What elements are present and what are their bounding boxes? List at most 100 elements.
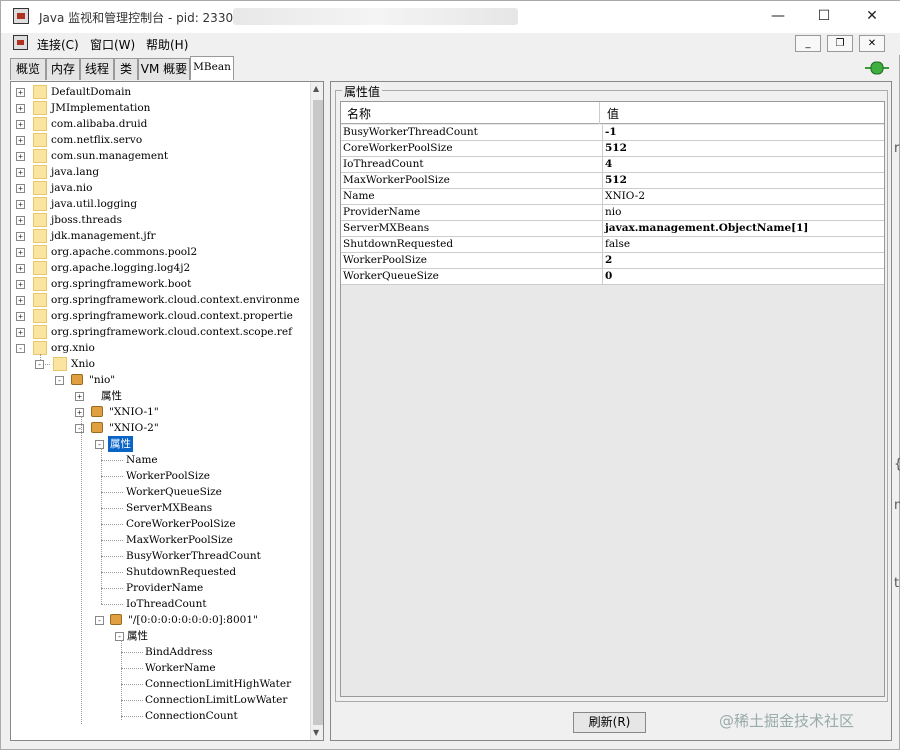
- tree-attribute-leaf[interactable]: CoreWorkerPoolSize: [126, 516, 236, 532]
- attribute-value-cell[interactable]: 4: [602, 157, 882, 172]
- table-row[interactable]: ServerMXBeans javax.management.ObjectName…: [341, 221, 884, 237]
- expand-icon[interactable]: +: [16, 280, 25, 289]
- tree-attribute-leaf[interactable]: BusyWorkerThreadCount: [126, 548, 261, 564]
- menu-connect[interactable]: 连接(C): [37, 36, 79, 53]
- attribute-value-cell[interactable]: 512: [602, 173, 882, 188]
- scroll-up-icon[interactable]: ▲: [313, 84, 319, 93]
- tree-domain-node[interactable]: org.apache.commons.pool2: [51, 244, 197, 260]
- table-row[interactable]: MaxWorkerPoolSize 512: [341, 173, 884, 189]
- table-row[interactable]: ShutdownRequested false: [341, 237, 884, 253]
- column-value-header[interactable]: 值: [607, 105, 619, 122]
- attribute-value-cell[interactable]: -1: [602, 125, 882, 140]
- expand-icon[interactable]: +: [16, 120, 25, 129]
- attribute-value-cell[interactable]: XNIO-2: [602, 189, 882, 204]
- collapse-icon[interactable]: -: [115, 632, 124, 641]
- collapse-icon[interactable]: -: [35, 360, 44, 369]
- expand-icon[interactable]: +: [75, 392, 84, 401]
- expand-icon[interactable]: +: [16, 264, 25, 273]
- tree-domain-node[interactable]: org.springframework.boot: [51, 276, 191, 292]
- expand-icon[interactable]: +: [16, 168, 25, 177]
- refresh-button[interactable]: 刷新(R): [573, 712, 646, 733]
- scroll-thumb[interactable]: [313, 100, 323, 725]
- expand-icon[interactable]: +: [16, 136, 25, 145]
- tree-xnio-node[interactable]: Xnio: [71, 356, 95, 372]
- tab-mbean[interactable]: MBean: [190, 56, 234, 80]
- expand-icon[interactable]: +: [16, 184, 25, 193]
- scroll-down-icon[interactable]: ▼: [313, 728, 319, 737]
- tree-attribute-leaf[interactable]: Name: [126, 452, 158, 468]
- tree-domain-node[interactable]: org.springframework.cloud.context.proper…: [51, 308, 293, 324]
- table-row[interactable]: WorkerPoolSize 2: [341, 253, 884, 269]
- table-row[interactable]: CoreWorkerPoolSize 512: [341, 141, 884, 157]
- tree-domain-node[interactable]: java.util.logging: [51, 196, 137, 212]
- tree-xnio2-attributes-node[interactable]: 属性: [108, 436, 133, 452]
- mbean-tree[interactable]: ▲ ▼ + DefaultDomain + JMImplementation + com.…: [10, 81, 324, 741]
- tree-scrollbar[interactable]: ▲ ▼: [310, 82, 323, 740]
- collapse-icon[interactable]: -: [75, 424, 84, 433]
- attribute-value-cell[interactable]: javax.management.ObjectName[1]: [602, 221, 882, 236]
- tree-attribute-leaf[interactable]: ShutdownRequested: [126, 564, 236, 580]
- table-row[interactable]: BusyWorkerThreadCount -1: [341, 125, 884, 141]
- tab-overview[interactable]: 概览: [10, 58, 46, 80]
- tree-attributes-node[interactable]: 属性: [101, 388, 122, 404]
- tree-nio-node[interactable]: "nio": [89, 372, 115, 388]
- table-row[interactable]: Name XNIO-2: [341, 189, 884, 205]
- mdi-restore-icon[interactable]: ❐: [827, 35, 853, 52]
- expand-icon[interactable]: +: [16, 216, 25, 225]
- tree-attribute-leaf[interactable]: MaxWorkerPoolSize: [126, 532, 233, 548]
- table-row[interactable]: IoThreadCount 4: [341, 157, 884, 173]
- tab-vm-summary[interactable]: VM 概要: [138, 58, 190, 80]
- minimize-icon[interactable]: —: [755, 1, 801, 31]
- tree-domain-node[interactable]: java.lang: [51, 164, 99, 180]
- tree-server-node[interactable]: "/[0:0:0:0:0:0:0:0]:8001": [128, 612, 258, 628]
- tree-domain-node[interactable]: jboss.threads: [51, 212, 122, 228]
- attribute-value-cell[interactable]: false: [602, 237, 882, 252]
- tree-domain-node[interactable]: com.alibaba.druid: [51, 116, 147, 132]
- tab-threads[interactable]: 线程: [80, 58, 114, 80]
- tree-domain-node[interactable]: org.springframework.cloud.context.scope.…: [51, 324, 292, 340]
- tree-attribute-leaf[interactable]: ServerMXBeans: [126, 500, 212, 516]
- tree-domain-node[interactable]: org.xnio: [51, 340, 95, 356]
- menu-window[interactable]: 窗口(W): [90, 36, 135, 53]
- tab-memory[interactable]: 内存: [46, 58, 80, 80]
- expand-icon[interactable]: +: [16, 248, 25, 257]
- collapse-icon[interactable]: -: [55, 376, 64, 385]
- tree-domain-node[interactable]: JMImplementation: [51, 100, 150, 116]
- tree-attribute-leaf[interactable]: WorkerQueueSize: [126, 484, 222, 500]
- tree-domain-node[interactable]: com.netflix.servo: [51, 132, 142, 148]
- tree-attribute-leaf[interactable]: WorkerName: [145, 660, 216, 676]
- collapse-icon[interactable]: -: [95, 440, 104, 449]
- collapse-icon[interactable]: -: [95, 616, 104, 625]
- tree-attribute-leaf[interactable]: ConnectionLimitHighWater: [145, 676, 291, 692]
- menu-help[interactable]: 帮助(H): [146, 36, 188, 53]
- attribute-value-cell[interactable]: 0: [602, 269, 882, 284]
- tree-domain-node[interactable]: org.springframework.cloud.context.enviro…: [51, 292, 300, 308]
- collapse-icon[interactable]: -: [16, 344, 25, 353]
- mdi-close-icon[interactable]: ✕: [859, 35, 885, 52]
- expand-icon[interactable]: +: [16, 312, 25, 321]
- attribute-value-cell[interactable]: 512: [602, 141, 882, 156]
- tree-domain-node[interactable]: jdk.management.jfr: [51, 228, 156, 244]
- column-name-header[interactable]: 名称: [347, 105, 371, 122]
- attribute-value-cell[interactable]: 2: [602, 253, 882, 268]
- expand-icon[interactable]: +: [16, 232, 25, 241]
- tree-attribute-leaf[interactable]: ConnectionLimitLowWater: [145, 692, 287, 708]
- tree-attribute-leaf[interactable]: WorkerPoolSize: [126, 468, 210, 484]
- tree-xnio2-node[interactable]: "XNIO-2": [109, 420, 159, 436]
- expand-icon[interactable]: +: [16, 88, 25, 97]
- tree-domain-node[interactable]: java.nio: [51, 180, 93, 196]
- tree-attribute-leaf[interactable]: IoThreadCount: [126, 596, 207, 612]
- tree-attribute-leaf[interactable]: ConnectionCount: [145, 708, 238, 724]
- expand-icon[interactable]: +: [16, 152, 25, 161]
- attribute-value-cell[interactable]: nio: [602, 205, 882, 220]
- table-row[interactable]: ProviderName nio: [341, 205, 884, 221]
- maximize-icon[interactable]: ☐: [801, 1, 847, 31]
- tree-domain-node[interactable]: DefaultDomain: [51, 84, 131, 100]
- expand-icon[interactable]: +: [16, 328, 25, 337]
- table-row[interactable]: WorkerQueueSize 0: [341, 269, 884, 285]
- expand-icon[interactable]: +: [16, 296, 25, 305]
- tab-classes[interactable]: 类: [114, 58, 138, 80]
- tree-attribute-leaf[interactable]: ProviderName: [126, 580, 203, 596]
- tree-server-attributes-node[interactable]: 属性: [127, 628, 148, 644]
- tree-attribute-leaf[interactable]: BindAddress: [145, 644, 213, 660]
